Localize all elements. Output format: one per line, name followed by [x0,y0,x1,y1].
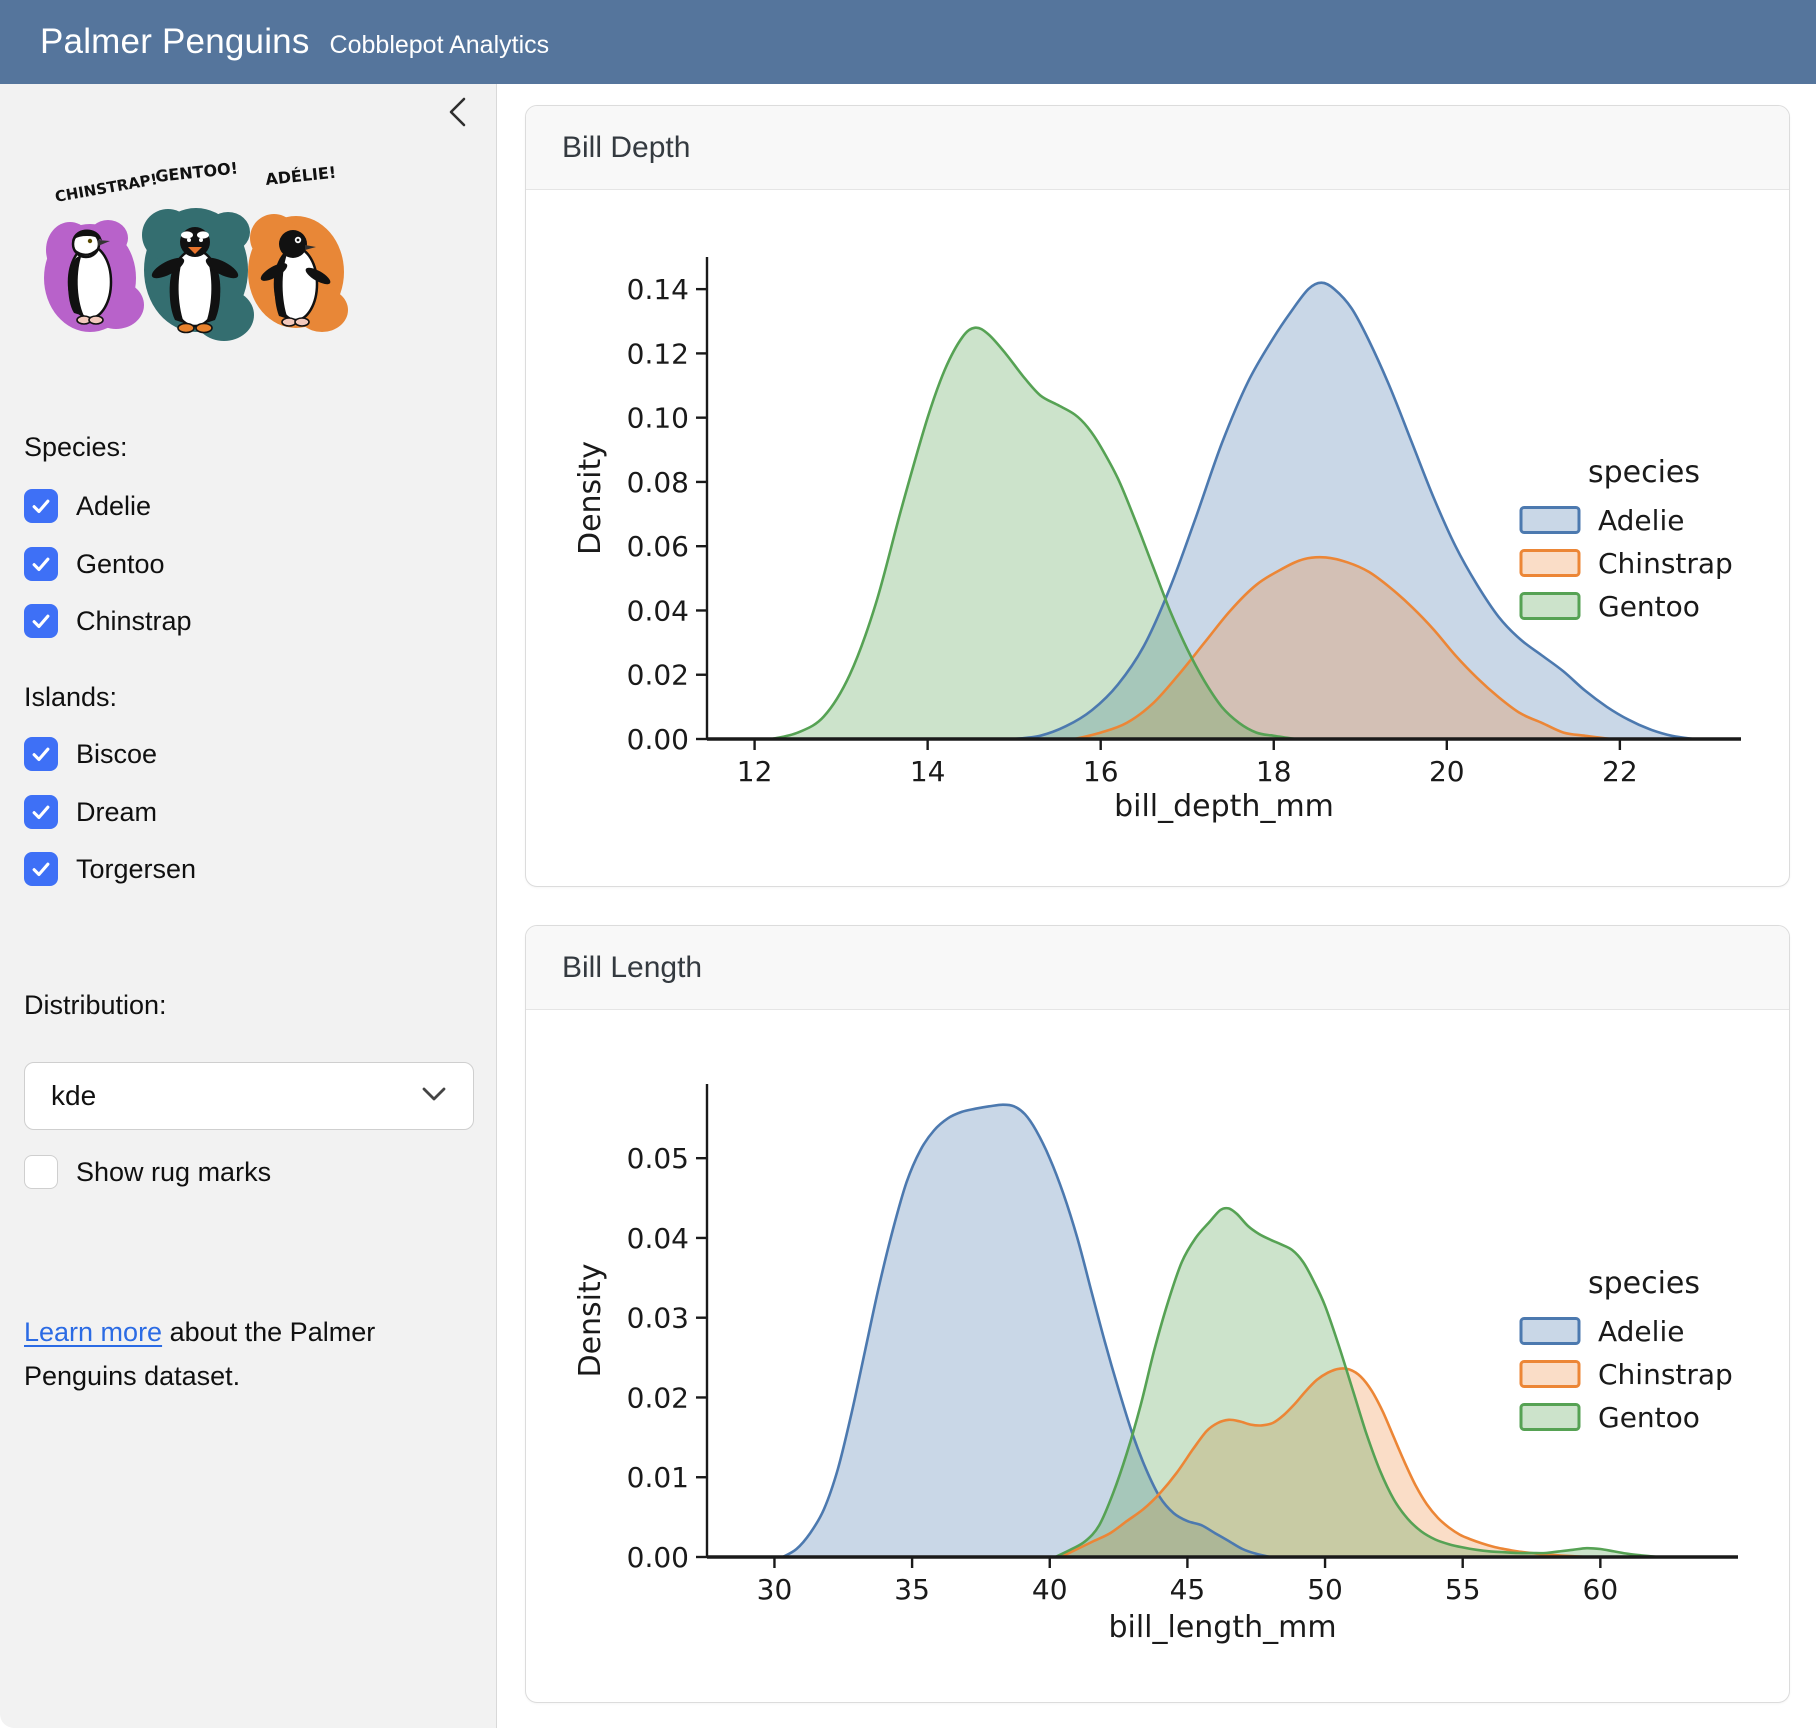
card-title: Bill Depth [562,131,690,165]
svg-text:Adelie: Adelie [1598,1315,1684,1348]
svg-text:0.06: 0.06 [627,530,689,563]
svg-text:0.00: 0.00 [627,1541,689,1574]
svg-text:Gentoo: Gentoo [1598,1401,1700,1434]
svg-text:45: 45 [1170,1573,1206,1606]
svg-text:14: 14 [910,755,946,788]
svg-text:bill_length_mm: bill_length_mm [1108,1610,1336,1645]
bill-length-kde-chart: 30 35 40 45 50 55 60 0.00 0.01 0.02 0.03 0.04 0.05 bi… [526,1010,1789,1702]
checkbox-label: Gentoo [76,549,165,580]
penguin-artwork: CHINSTRAP! GENTOO! ADÉLIE! [28,140,372,358]
artwork-label-gentoo: GENTOO! [154,158,238,186]
svg-text:0.08: 0.08 [627,466,689,499]
svg-text:species: species [1588,1266,1700,1301]
svg-text:0.05: 0.05 [627,1142,689,1175]
checkbox-label: Adelie [76,491,151,522]
legend-swatch-Gentoo [1521,594,1579,619]
checkbox-species-chinstrap[interactable]: Chinstrap [24,601,192,641]
distribution-heading: Distribution: [24,990,167,1021]
legend: species Adelie Chinstrap Gentoo [1521,455,1733,623]
svg-text:Gentoo: Gentoo [1598,590,1700,623]
check-icon [24,547,58,581]
legend-swatch-Adelie [1521,1319,1579,1344]
svg-text:bill_depth_mm: bill_depth_mm [1114,789,1334,824]
svg-text:55: 55 [1445,1573,1481,1606]
artwork-label-chinstrap: CHINSTRAP! [54,170,159,206]
svg-text:0.10: 0.10 [627,402,689,435]
legend-swatch-Gentoo [1521,1405,1579,1430]
sidebar-footer-text: Learn more about the Palmer Penguins dat… [24,1311,454,1398]
svg-text:0.00: 0.00 [627,723,689,756]
svg-text:40: 40 [1032,1573,1068,1606]
checkbox-label: Biscoe [76,739,157,770]
svg-text:Density: Density [573,1263,608,1377]
svg-text:20: 20 [1429,755,1465,788]
app-header: Palmer Penguins Cobblepot Analytics [0,0,1816,84]
bill-depth-card: Bill Depth 12 14 16 18 20 22 0.00 0.02 0.04 0.06 0… [525,105,1790,887]
checkbox-species-adelie[interactable]: Adelie [24,486,151,526]
bill-length-card: Bill Length 30 35 40 45 50 55 60 0.00 0.01 0.02 0.… [525,925,1790,1703]
chevron-down-icon [421,1086,447,1107]
svg-text:0.01: 0.01 [627,1461,689,1494]
checkbox-label: Torgersen [76,854,196,885]
svg-text:60: 60 [1583,1573,1619,1606]
card-title: Bill Length [562,951,702,985]
bill-length-card-header: Bill Length [526,926,1789,1010]
sidebar: CHINSTRAP! GENTOO! ADÉLIE! Species: Adel… [0,84,497,1728]
legend: species Adelie Chinstrap Gentoo [1521,1266,1733,1434]
learn-more-link[interactable]: Learn more [24,1317,162,1347]
artwork-label-adelie: ADÉLIE! [264,163,337,189]
chevron-left-icon [444,118,472,133]
svg-text:12: 12 [737,755,773,788]
app-title: Palmer Penguins [40,22,310,62]
checkbox-island-torgersen[interactable]: Torgersen [24,849,196,889]
species-heading: Species: [24,432,128,463]
bill-depth-kde-chart: 12 14 16 18 20 22 0.00 0.02 0.04 0.06 0.08 0.10 0.12… [526,190,1789,886]
check-icon [24,852,58,886]
svg-text:Adelie: Adelie [1598,504,1684,537]
legend-swatch-Chinstrap [1521,1362,1579,1387]
check-icon [24,737,58,771]
svg-text:0.04: 0.04 [627,594,689,627]
checkbox-show-rug-marks[interactable]: Show rug marks [24,1152,271,1192]
svg-text:0.04: 0.04 [627,1222,689,1255]
app-subtitle: Cobblepot Analytics [330,31,550,60]
svg-text:Chinstrap: Chinstrap [1598,547,1733,580]
svg-text:0.02: 0.02 [627,1381,689,1414]
checkbox-label: Show rug marks [76,1157,271,1188]
svg-text:16: 16 [1083,755,1119,788]
legend-swatch-Adelie [1521,508,1579,533]
legend-swatch-Chinstrap [1521,551,1579,576]
check-icon [24,489,58,523]
checkbox-island-dream[interactable]: Dream [24,792,157,832]
svg-text:0.02: 0.02 [627,659,689,692]
svg-text:18: 18 [1256,755,1292,788]
main-content: Bill Depth 12 14 16 18 20 22 0.00 0.02 0.04 0.06 0… [497,84,1816,1734]
svg-text:30: 30 [757,1573,793,1606]
svg-text:Density: Density [573,441,608,555]
islands-heading: Islands: [24,682,117,713]
svg-text:0.03: 0.03 [627,1302,689,1335]
checkbox-island-biscoe[interactable]: Biscoe [24,734,157,774]
svg-text:0.14: 0.14 [627,273,689,306]
empty-checkbox [24,1155,58,1189]
distribution-select-value: kde [51,1080,421,1112]
svg-text:22: 22 [1602,755,1638,788]
check-icon [24,795,58,829]
bill-depth-card-header: Bill Depth [526,106,1789,190]
checkbox-label: Dream [76,797,157,828]
check-icon [24,604,58,638]
distribution-select[interactable]: kde [24,1062,474,1130]
svg-text:Chinstrap: Chinstrap [1598,1358,1733,1391]
svg-text:50: 50 [1307,1573,1343,1606]
svg-text:35: 35 [894,1573,930,1606]
checkbox-label: Chinstrap [76,606,192,637]
svg-text:species: species [1588,455,1700,490]
axes: 12 14 16 18 20 22 0.00 0.02 0.04 0.06 0.08 0.10 0.12… [573,257,1741,824]
svg-text:0.12: 0.12 [627,337,689,370]
sidebar-collapse-button[interactable] [438,92,478,134]
checkbox-species-gentoo[interactable]: Gentoo [24,544,165,584]
